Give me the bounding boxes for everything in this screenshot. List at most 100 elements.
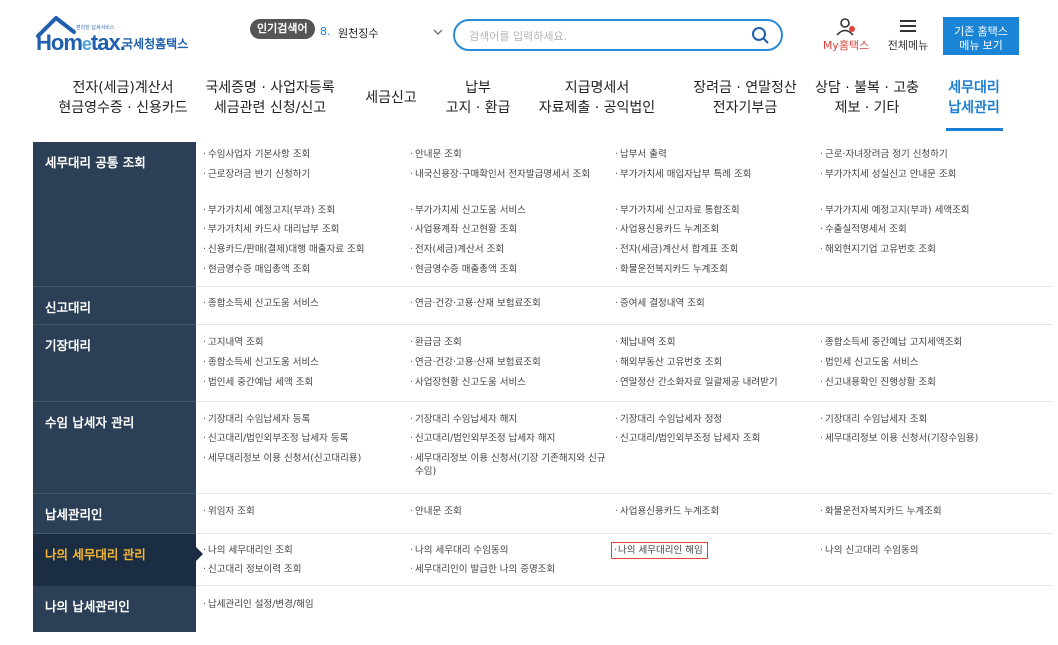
- gnb-item-incentives[interactable]: 장려금 · 연말정산 전자기부금: [680, 78, 810, 118]
- menu-link[interactable]: 근로·자녀장려금 정기 신청하기: [820, 148, 1016, 161]
- menu-link[interactable]: 신고내용확인 진행상황 조회: [820, 376, 1016, 389]
- menu-link[interactable]: 납부서 출력: [615, 148, 811, 161]
- gnb-item-certificates[interactable]: 국세증명 · 사업자등록 세금관련 신청/신고: [200, 78, 340, 118]
- menu-link[interactable]: 안내문 조회: [410, 148, 606, 161]
- menu-link[interactable]: 연금·건강·고용·산재 보험료조회: [410, 297, 606, 310]
- gnb-item-payment[interactable]: 납부 고지 · 환급: [438, 78, 518, 118]
- gnb-item-consultation[interactable]: 상담 · 불복 · 고충 제보 · 기타: [812, 78, 922, 118]
- menu-link[interactable]: 연말정산 간소화자료 일괄제공 내려받기: [615, 376, 811, 389]
- gnb-item-line2: 자료제출 · 공익법인: [538, 100, 656, 116]
- menu-link[interactable]: 환급금 조회: [410, 336, 606, 349]
- hamburger-menu-icon: [900, 20, 916, 32]
- menu-link[interactable]: 종합소득세 신고도움 서비스: [203, 297, 399, 310]
- menu-link[interactable]: 근로장려금 반기 신청하기: [203, 168, 399, 181]
- menu-link[interactable]: 세무대리인이 발급한 나의 증명조회: [410, 563, 606, 576]
- menu-link[interactable]: 신고대리 정보이력 조회: [203, 563, 399, 576]
- section-title[interactable]: 신고대리: [33, 287, 196, 325]
- menu-link[interactable]: 종합소득세 중간예납 고지세액조회: [820, 336, 1016, 349]
- gnb-item-line2: 고지 · 환급: [445, 100, 511, 116]
- popular-search-term[interactable]: 원천징수: [338, 25, 378, 41]
- menu-link[interactable]: 증여세 결정내역 조회: [615, 297, 811, 310]
- gnb-item-line1: 상담 · 불복 · 고충: [815, 80, 919, 96]
- menu-link[interactable]: 수임사업자 기본사항 조회: [203, 148, 399, 161]
- menu-link[interactable]: 납세관리인 설정/변경/해임: [203, 598, 399, 611]
- menu-link[interactable]: 안내문 조회: [410, 505, 606, 518]
- menu-link[interactable]: 해외부동산 고유번호 조회: [615, 356, 811, 369]
- gnb-item-line1: 장려금 · 연말정산: [693, 80, 797, 96]
- hometax-logo[interactable]: 편리한 납세서비스 Hometax. 국세청홈택스: [36, 14, 206, 55]
- gnb-item-tax-filing[interactable]: 세금신고: [355, 88, 427, 108]
- menu-link[interactable]: 부가가치세 예정고지(부과) 세액조회: [820, 204, 1016, 217]
- section-title[interactable]: 기장대리: [33, 325, 196, 402]
- menu-link[interactable]: 체납내역 조회: [615, 336, 811, 349]
- section-title[interactable]: 세무대리 공통 조회: [33, 142, 196, 287]
- section-title-active[interactable]: 나의 세무대리 관리: [33, 534, 203, 586]
- menu-link[interactable]: 기장대리 수임납세자 정정: [615, 413, 811, 426]
- menu-link[interactable]: 세무대리정보 이용 신청서(기장수임용): [820, 432, 1016, 445]
- menu-link[interactable]: 사업용신용카드 누계조회: [615, 223, 811, 236]
- menu-link[interactable]: 신고대리/법인외부조정 납세자 해지: [410, 432, 606, 445]
- menu-link[interactable]: 연금·건강·고용·산재 보험료조회: [410, 356, 606, 369]
- gnb-item-line1: 세무대리: [948, 80, 1000, 96]
- menu-link[interactable]: 기장대리 수임납세자 조회: [820, 413, 1016, 426]
- menu-link[interactable]: 기장대리 수임납세자 등록: [203, 413, 399, 426]
- menu-link[interactable]: 수출실적명세서 조회: [820, 223, 1016, 236]
- menu-link[interactable]: 부가가치세 신고도움 서비스: [410, 204, 606, 217]
- menu-link[interactable]: 신고대리/법인외부조정 납세자 등록: [203, 432, 399, 445]
- gnb-item-line2: 현금영수증 · 신용카드: [58, 100, 188, 116]
- menu-link[interactable]: 현금영수증 매출총액 조회: [410, 263, 606, 276]
- menu-link[interactable]: 위임자 조회: [203, 505, 399, 518]
- classic-menu-button[interactable]: 기존 홈택스 메뉴 보기: [943, 17, 1019, 55]
- menu-link[interactable]: 기장대리 수임납세자 해지: [410, 413, 606, 426]
- menu-link[interactable]: 법인세 신고도움 서비스: [820, 356, 1016, 369]
- menu-link[interactable]: 내국신용장·구매확인서 전자발급명세서 조회: [410, 168, 606, 181]
- classic-menu-line2: 메뉴 보기: [959, 39, 1003, 52]
- full-menu-button[interactable]: 전체메뉴: [880, 18, 936, 54]
- chevron-down-icon[interactable]: [432, 26, 444, 38]
- menu-link[interactable]: 부가가치세 카드사 대리납부 조회: [203, 223, 399, 236]
- menu-link[interactable]: 나의 세무대리 수임동의: [410, 544, 606, 557]
- section-title[interactable]: 나의 납세관리인: [33, 586, 196, 632]
- menu-link[interactable]: 부가가치세 예정고지(부과) 조회: [203, 204, 399, 217]
- menu-link[interactable]: 사업용신용카드 누계조회: [615, 505, 811, 518]
- search-input[interactable]: [469, 27, 739, 45]
- menu-link[interactable]: 종합소득세 신고도움 서비스: [203, 356, 399, 369]
- menu-link[interactable]: 세무대리정보 이용 신청서(기장 기존해지와 신규수임): [410, 452, 606, 478]
- gnb-item-e-invoice[interactable]: 전자(세금)계산서 현금영수증 · 신용카드: [58, 78, 188, 118]
- menu-link[interactable]: 전자(세금)계산서 합계표 조회: [615, 243, 811, 256]
- menu-link[interactable]: 부가가치세 매입자납부 특례 조회: [615, 168, 811, 181]
- menu-link[interactable]: 부가가치세 신고자료 통합조회: [615, 204, 811, 217]
- gnb-item-line1: 납부: [465, 80, 491, 96]
- menu-link[interactable]: 사업용계좌 신고현황 조회: [410, 223, 606, 236]
- gnb-item-line1: 세금신고: [365, 90, 417, 106]
- section-title[interactable]: 수임 납세자 관리: [33, 402, 196, 494]
- full-menu-label: 전체메뉴: [887, 39, 929, 52]
- gnb-item-line1: 국세증명 · 사업자등록: [205, 80, 335, 96]
- menu-link[interactable]: 사업장현황 신고도움 서비스: [410, 376, 606, 389]
- menu-link[interactable]: 부가가치세 성실신고 안내문 조회: [820, 168, 1016, 181]
- menu-link[interactable]: 신고대리/법인외부조정 납세자 조회: [615, 432, 811, 445]
- menu-link[interactable]: 신용카드/판매(결제)대행 매출자료 조회: [203, 243, 399, 256]
- gnb-item-line1: 지급명세서: [564, 80, 630, 96]
- gnb-item-tax-agent[interactable]: 세무대리 납세관리: [938, 78, 1010, 118]
- my-hometax-button[interactable]: My홈택스: [818, 18, 874, 54]
- menu-link[interactable]: 화물운전자복지카드 누계조회: [820, 505, 1016, 518]
- gnb-item-line1: 전자(세금)계산서: [72, 80, 174, 96]
- menu-link[interactable]: 화물운전복지카드 누계조회: [615, 263, 811, 276]
- menu-link[interactable]: 전자(세금)계산서 조회: [410, 243, 606, 256]
- menu-link[interactable]: 법인세 중간예납 세액 조회: [203, 376, 399, 389]
- popular-search-rank: 8.: [320, 25, 331, 38]
- menu-link-dismiss-my-tax-agent[interactable]: 나의 세무대리인 해임: [611, 542, 708, 559]
- search-icon[interactable]: [751, 26, 769, 44]
- gnb-item-line2: 제보 · 기타: [834, 100, 900, 116]
- classic-menu-line1: 기존 홈택스: [954, 25, 1008, 38]
- gnb-item-payment-statements[interactable]: 지급명세서 자료제출 · 공익법인: [532, 78, 662, 118]
- menu-link[interactable]: 해외현지기업 고유번호 조회: [820, 243, 1016, 256]
- gnb-item-line2: 납세관리: [948, 100, 1000, 116]
- menu-link[interactable]: 나의 세무대리인 조회: [203, 544, 399, 557]
- menu-link[interactable]: 고지내역 조회: [203, 336, 399, 349]
- menu-link[interactable]: 세무대리정보 이용 신청서(신고대리용): [203, 452, 399, 465]
- section-title[interactable]: 납세관리인: [33, 494, 196, 534]
- menu-link[interactable]: 나의 신고대리 수임동의: [820, 544, 1016, 557]
- menu-link[interactable]: 현금영수증 매입총액 조회: [203, 263, 399, 276]
